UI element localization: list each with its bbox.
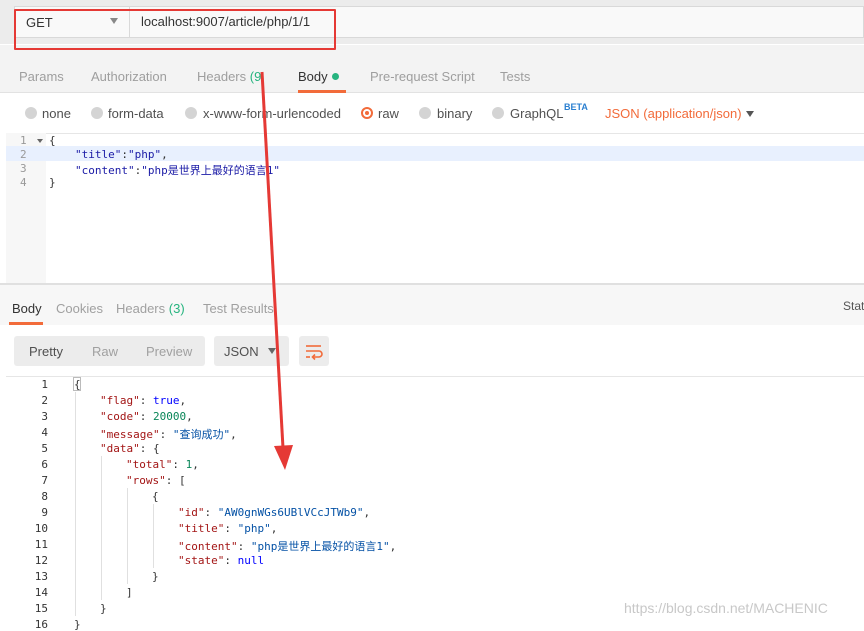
- annotation-arrow-icon: [260, 71, 293, 470]
